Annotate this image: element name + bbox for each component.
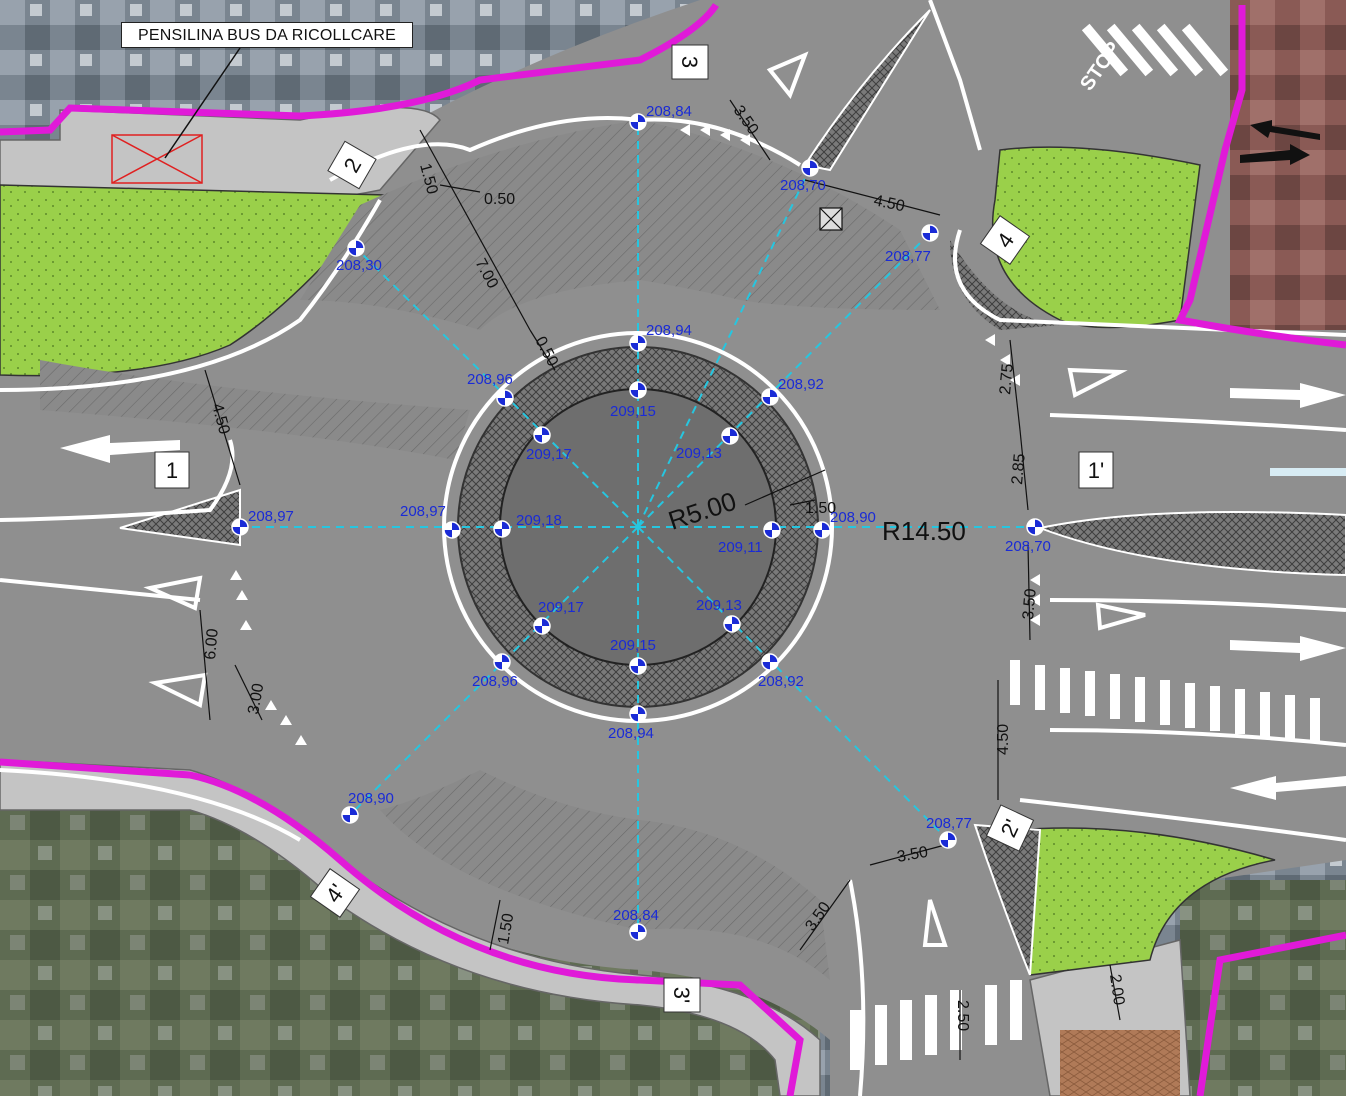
elevation-label: 209,15 bbox=[610, 403, 656, 420]
elevation-label: 209,17 bbox=[538, 599, 584, 616]
elevation-label: 208,84 bbox=[613, 907, 659, 924]
elevation-label: 209,17 bbox=[526, 446, 572, 463]
bus-shelter-note: PENSILINA BUS DA RICOLLCARE bbox=[121, 22, 413, 48]
small-grate-marker bbox=[819, 207, 843, 231]
section-flag-label: 3' bbox=[669, 987, 694, 1003]
section-flag-label: 3 bbox=[677, 56, 702, 68]
section-flag: 3' bbox=[663, 977, 701, 1013]
elevation-label: 208,97 bbox=[400, 503, 446, 520]
elevation-label: 209,13 bbox=[696, 597, 742, 614]
elevation-label: 208,97 bbox=[248, 508, 294, 525]
elevation-label: 208,96 bbox=[467, 371, 513, 388]
elevation-label: 208,94 bbox=[608, 725, 654, 742]
outer-radius-label: R14.50 bbox=[882, 516, 966, 546]
elevation-label: 208,90 bbox=[830, 509, 876, 526]
dim-2: 0.50 bbox=[484, 191, 515, 208]
dim-8: 2.75 bbox=[997, 363, 1017, 396]
elevation-label: 209,13 bbox=[676, 445, 722, 462]
elevation-label: 209,18 bbox=[516, 512, 562, 529]
elevation-label: 208,96 bbox=[472, 673, 518, 690]
elevation-label: 208,92 bbox=[758, 673, 804, 690]
bike-lane-line bbox=[1270, 468, 1346, 476]
elevation-label: 208,84 bbox=[646, 103, 692, 120]
elevation-label: 208,30 bbox=[336, 257, 382, 274]
dim-13: 6.00 bbox=[202, 628, 222, 661]
section-flag-label: 1 bbox=[166, 458, 178, 483]
section-flag: 1' bbox=[1078, 451, 1114, 489]
dim-11: 3.50 bbox=[1020, 588, 1040, 621]
dim-12: 4.50 bbox=[995, 724, 1012, 755]
elevation-label: 208,77 bbox=[885, 248, 931, 265]
section-flag: 1 bbox=[154, 451, 190, 489]
dim-18: 2.50 bbox=[954, 1000, 971, 1031]
elevation-label: 208,77 bbox=[926, 815, 972, 832]
roundabout-plan: 1.50 0.50 7.00 0.50 3.50 4.50 4.50 2.75 … bbox=[0, 0, 1346, 1097]
elevation-label: 209,11 bbox=[718, 539, 763, 556]
elevation-label: 208,94 bbox=[646, 322, 692, 339]
elevation-label: 208,92 bbox=[778, 376, 824, 393]
elevation-label: 209,15 bbox=[610, 637, 656, 654]
dim-9: 2.85 bbox=[1009, 453, 1029, 486]
elevation-label: 208,70 bbox=[1005, 538, 1051, 555]
plan-drawing: 1.50 0.50 7.00 0.50 3.50 4.50 4.50 2.75 … bbox=[0, 0, 1346, 1097]
elevation-label: 208,70 bbox=[780, 177, 826, 194]
elevation-label: 208,90 bbox=[348, 790, 394, 807]
section-flag: 3 bbox=[671, 44, 709, 80]
brick-paving bbox=[1060, 1030, 1180, 1096]
section-flag-label: 1' bbox=[1088, 458, 1104, 483]
